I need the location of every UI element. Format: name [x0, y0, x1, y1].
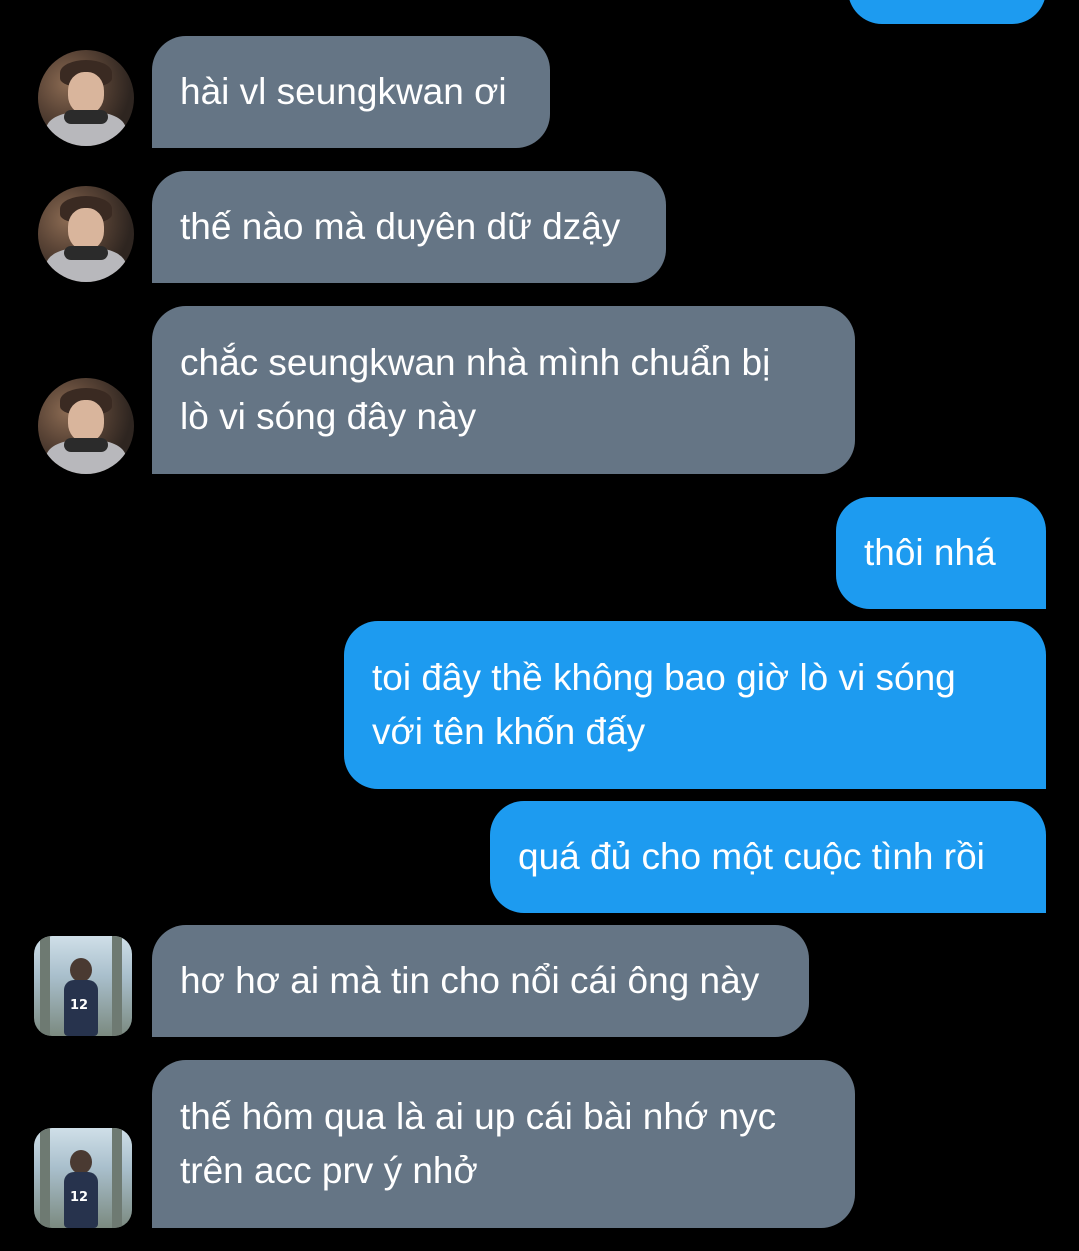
- avatar[interactable]: [38, 186, 134, 282]
- message-text: hài vl seungkwan ơi: [180, 65, 507, 119]
- message-text: chắc seungkwan nhà mình chuẩn bị lò vi s…: [180, 336, 770, 444]
- message-bubble-incoming[interactable]: hài vl seungkwan ơi: [152, 36, 550, 148]
- message-text: hơ hơ ai mà tin cho nổi cái ông này: [180, 954, 759, 1008]
- message-bubble-incoming[interactable]: chắc seungkwan nhà mình chuẩn bị lò vi s…: [152, 306, 855, 474]
- message-bubble-incoming[interactable]: thế nào mà duyên dữ dzậy: [152, 171, 666, 283]
- message-bubble-incoming[interactable]: thế hôm qua là ai up cái bài nhớ nyc trê…: [152, 1060, 855, 1228]
- message-bubble-outgoing[interactable]: [848, 0, 1046, 24]
- message-bubble-outgoing[interactable]: toi đây thề không bao giờ lò vi sóng với…: [344, 621, 1046, 789]
- message-text: thôi nhá: [864, 526, 996, 580]
- avatar[interactable]: 12: [34, 1128, 132, 1228]
- message-text: toi đây thề không bao giờ lò vi sóng với…: [372, 651, 956, 759]
- avatar[interactable]: [38, 50, 134, 146]
- message-text: thế hôm qua là ai up cái bài nhớ nyc trê…: [180, 1090, 776, 1198]
- message-bubble-outgoing[interactable]: quá đủ cho một cuộc tình rồi: [490, 801, 1046, 913]
- message-bubble-incoming[interactable]: hơ hơ ai mà tin cho nổi cái ông này: [152, 925, 809, 1037]
- message-text: quá đủ cho một cuộc tình rồi: [518, 830, 985, 884]
- avatar[interactable]: 12: [34, 936, 132, 1036]
- message-bubble-outgoing[interactable]: thôi nhá: [836, 497, 1046, 609]
- message-text: thế nào mà duyên dữ dzậy: [180, 200, 620, 254]
- avatar[interactable]: [38, 378, 134, 474]
